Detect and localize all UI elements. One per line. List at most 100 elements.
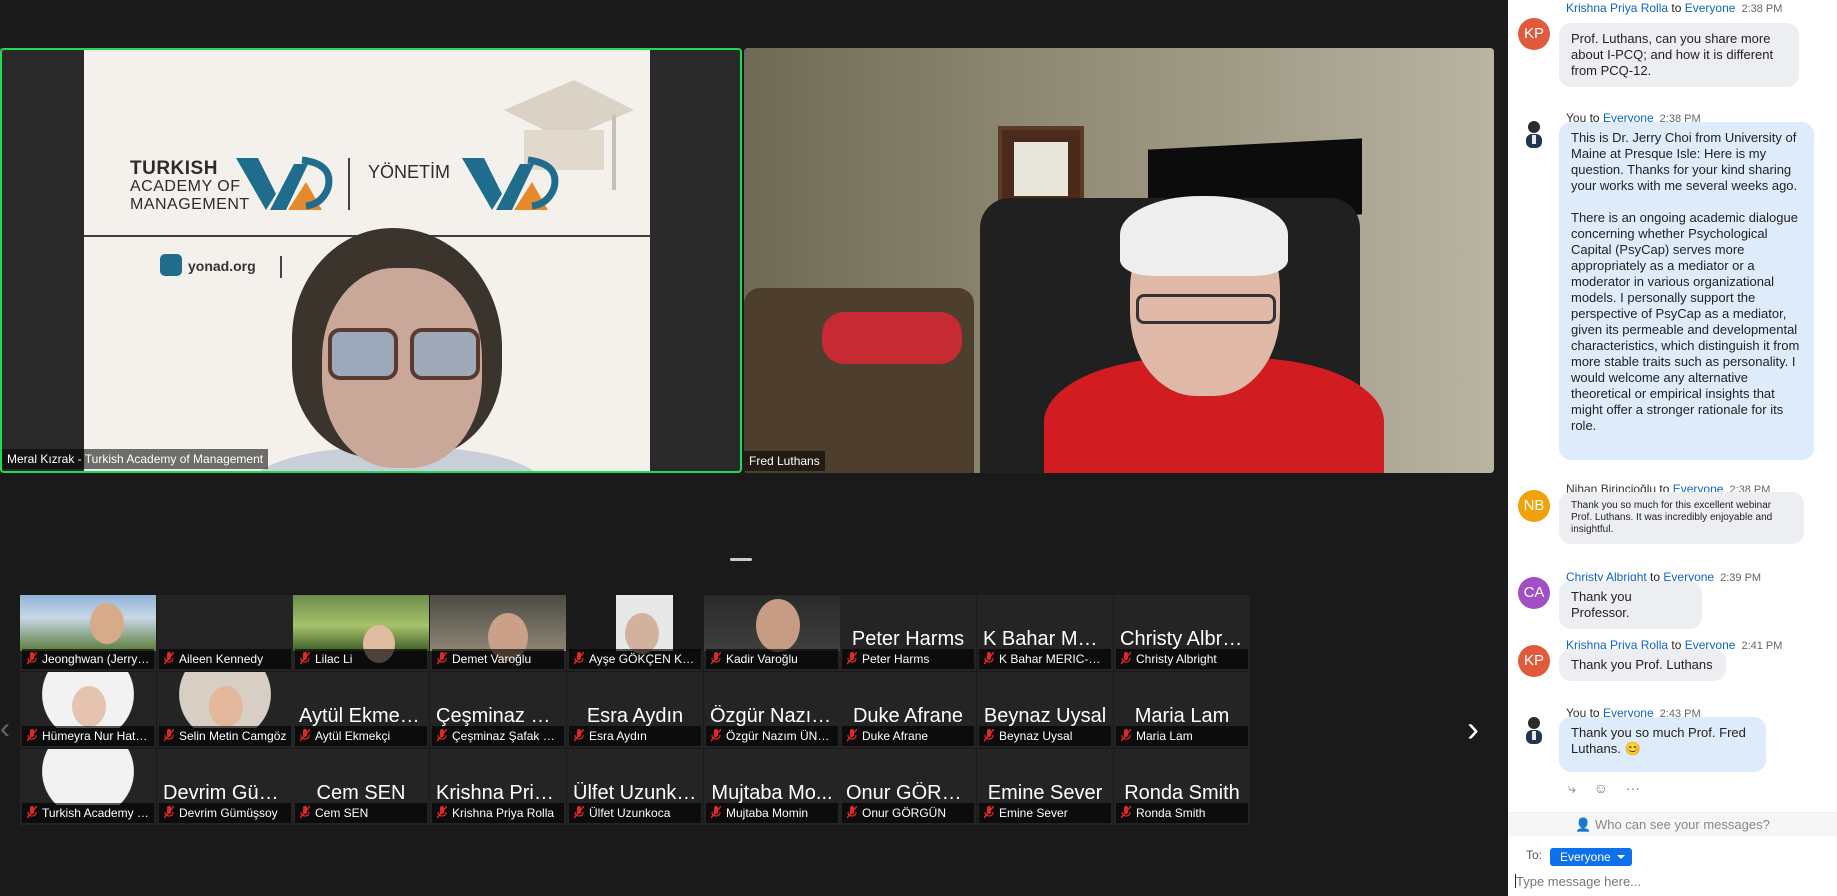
- participant-face: [90, 603, 124, 644]
- to-word: to: [1671, 1, 1682, 15]
- participant-tile[interactable]: Maria Lam Maria Lam: [1114, 672, 1250, 748]
- participant-tile[interactable]: Kadir Varoğlu: [704, 595, 840, 671]
- participant-tile[interactable]: Hümeyra Nur Hatipo...: [20, 672, 156, 748]
- participant-name: Mujtaba Momin: [726, 806, 809, 820]
- avatar[interactable]: [1518, 712, 1550, 744]
- participant-tile[interactable]: Christy Albrig... Christy Albright: [1114, 595, 1250, 671]
- participant-video: [293, 595, 429, 663]
- participant-name-tag: Çeşminaz Şafak Kum...: [432, 726, 564, 746]
- participant-tile[interactable]: Cem SEN Cem SEN: [293, 749, 429, 825]
- academy-logo-text: TURKISH ACADEMY OF MANAGEMENT: [130, 158, 250, 213]
- mic-muted-icon: [437, 652, 447, 665]
- message-actions: ⤷ ☺ ···: [1568, 780, 1654, 797]
- participant-tile[interactable]: K Bahar MERI... K Bahar MERIC-ATAK...: [977, 595, 1113, 671]
- participant-tile[interactable]: Onur GÖRGÜN Onur GÖRGÜN: [840, 749, 976, 825]
- message-bubble[interactable]: Thank you so much Prof. Fred Luthans. 😊: [1559, 717, 1766, 772]
- pillow: [822, 312, 962, 364]
- participant-name: Beynaz Uysal: [999, 729, 1073, 743]
- message-bubble[interactable]: Thank you so much for this excellent web…: [1559, 492, 1804, 544]
- participant-name: Lilac Li: [315, 652, 353, 666]
- participant-name-tag: Aileen Kennedy: [159, 649, 291, 669]
- participant-video: [567, 595, 703, 654]
- mic-muted-icon: [984, 729, 994, 742]
- participant-tile[interactable]: Esra Aydın Esra Aydın: [567, 672, 703, 748]
- participant-tile[interactable]: Özgür Nazım... Özgür Nazım ÜNSAL: [704, 672, 840, 748]
- mic-muted-icon: [27, 729, 37, 742]
- participant-tile[interactable]: Duke Afrane Duke Afrane: [840, 672, 976, 748]
- speaker-person: [1136, 294, 1276, 324]
- speaker-name-tag: Fred Luthans: [744, 451, 825, 471]
- participant-name: Peter Harms: [862, 652, 930, 666]
- message-bubble[interactable]: Thank you Professor.: [1559, 581, 1702, 629]
- participant-tile[interactable]: Selin Metin Camgöz: [157, 672, 293, 748]
- message-bubble[interactable]: This is Dr. Jerry Choi from University o…: [1559, 122, 1814, 460]
- chevron-right-icon[interactable]: ›: [1467, 711, 1495, 747]
- participant-name-tag: Ülfet Uzunkoca: [569, 803, 701, 823]
- participant-tile[interactable]: Ayşe GÖKÇEN KAPU...: [567, 595, 703, 671]
- participant-name-tag: Aytül Ekmekçi: [295, 726, 427, 746]
- recipient-name[interactable]: Everyone: [1685, 1, 1736, 15]
- chevron-left-icon[interactable]: ‹: [0, 712, 12, 746]
- mic-muted-icon: [847, 652, 857, 665]
- speaker-person: [1120, 196, 1288, 276]
- participant-name: Devrim Gümüşsoy: [179, 806, 278, 820]
- resize-handle[interactable]: [730, 558, 752, 561]
- avatar[interactable]: KP: [1518, 645, 1550, 677]
- participant-tile[interactable]: Ülfet Uzunko... Ülfet Uzunkoca: [567, 749, 703, 825]
- message-input[interactable]: [1516, 872, 1828, 890]
- participant-tile[interactable]: Devrim Güm... Devrim Gümüşsoy: [157, 749, 293, 825]
- avatar[interactable]: [1518, 116, 1550, 148]
- message-text: Prof. Luthans, can you share more about …: [1571, 31, 1774, 78]
- participant-tile[interactable]: Emine Sever Emine Sever: [977, 749, 1113, 825]
- participant-tile[interactable]: Lilac Li: [293, 595, 429, 671]
- participant-display-name: Esra Aydın: [586, 705, 684, 727]
- message-bubble[interactable]: Thank you Prof. Luthans: [1559, 649, 1726, 681]
- participant-name-tag: Ayşe GÖKÇEN KAPU...: [569, 649, 701, 669]
- participant-name-tag: Emine Sever: [979, 803, 1111, 823]
- participant-video: [20, 672, 156, 728]
- participant-tile[interactable]: Aytül Ekmekçi Aytül Ekmekçi: [293, 672, 429, 748]
- participant-tile[interactable]: Mujtaba Mo... Mujtaba Momin: [704, 749, 840, 825]
- participant-display-name: Christy Albrig...: [1120, 628, 1250, 650]
- participant-name: Kadir Varoğlu: [726, 652, 798, 666]
- recipient-dropdown[interactable]: Everyone: [1550, 848, 1632, 866]
- emoji-reaction-icon[interactable]: ☺: [1594, 780, 1608, 796]
- mic-muted-icon: [847, 806, 857, 819]
- participant-display-name: Krishna Priya...: [436, 782, 566, 804]
- message-bubble[interactable]: Prof. Luthans, can you share more about …: [1559, 23, 1799, 87]
- participant-name-tag: Cem SEN: [295, 803, 427, 823]
- sender-name[interactable]: Krishna Priya Rolla: [1566, 1, 1668, 15]
- participant-tile[interactable]: Demet Varoğlu: [430, 595, 566, 671]
- participant-tile[interactable]: Peter Harms Peter Harms: [840, 595, 976, 671]
- participant-name-tag: Selin Metin Camgöz: [159, 726, 291, 746]
- participant-name: Duke Afrane: [862, 729, 929, 743]
- mic-muted-icon: [164, 652, 174, 665]
- participant-face: [209, 686, 243, 727]
- user-photo-icon: [1526, 121, 1542, 148]
- slide-divider: [280, 256, 282, 278]
- participant-tile[interactable]: Ronda Smith Ronda Smith: [1114, 749, 1250, 825]
- participant-tile[interactable]: Beynaz Uysal Beynaz Uysal: [977, 672, 1113, 748]
- speaker-video-tile[interactable]: Fred Luthans: [744, 48, 1494, 473]
- participant-name: Maria Lam: [1136, 729, 1193, 743]
- more-icon[interactable]: ···: [1626, 780, 1640, 796]
- mic-muted-icon: [984, 806, 994, 819]
- message-time: 2:39 PM: [1720, 572, 1762, 584]
- participant-display-name: Aytül Ekmekçi: [299, 705, 425, 727]
- participant-display-name: Devrim Güm...: [163, 782, 292, 804]
- chat-message-list[interactable]: KP Krishna Priya Rolla to Everyone 2:38 PM…: [1508, 0, 1837, 806]
- participant-tile[interactable]: Çeşminaz Şa... Çeşminaz Şafak Kum...: [430, 672, 566, 748]
- participant-tile[interactable]: Aileen Kennedy: [157, 595, 293, 671]
- participant-tile[interactable]: Krishna Priya... Krishna Priya Rolla: [430, 749, 566, 825]
- participant-tile[interactable]: Jeonghwan (Jerry) C...: [20, 595, 156, 671]
- avatar[interactable]: CA: [1518, 577, 1550, 609]
- avatar[interactable]: KP: [1518, 18, 1550, 50]
- participant-name-tag: K Bahar MERIC-ATAK...: [979, 649, 1111, 669]
- yad-logo-icon: [236, 156, 333, 210]
- participant-name-tag: Peter Harms: [842, 649, 974, 669]
- participant-tile[interactable]: Turkish Academy of...: [20, 749, 156, 825]
- reply-icon[interactable]: ⤷: [1568, 780, 1576, 796]
- who-can-see-link[interactable]: 👤 Who can see your messages?: [1508, 812, 1837, 836]
- avatar[interactable]: NB: [1518, 490, 1550, 522]
- speaker-video-tile[interactable]: TURKISH ACADEMY OF MANAGEMENT YÖNETİM yo…: [0, 48, 742, 473]
